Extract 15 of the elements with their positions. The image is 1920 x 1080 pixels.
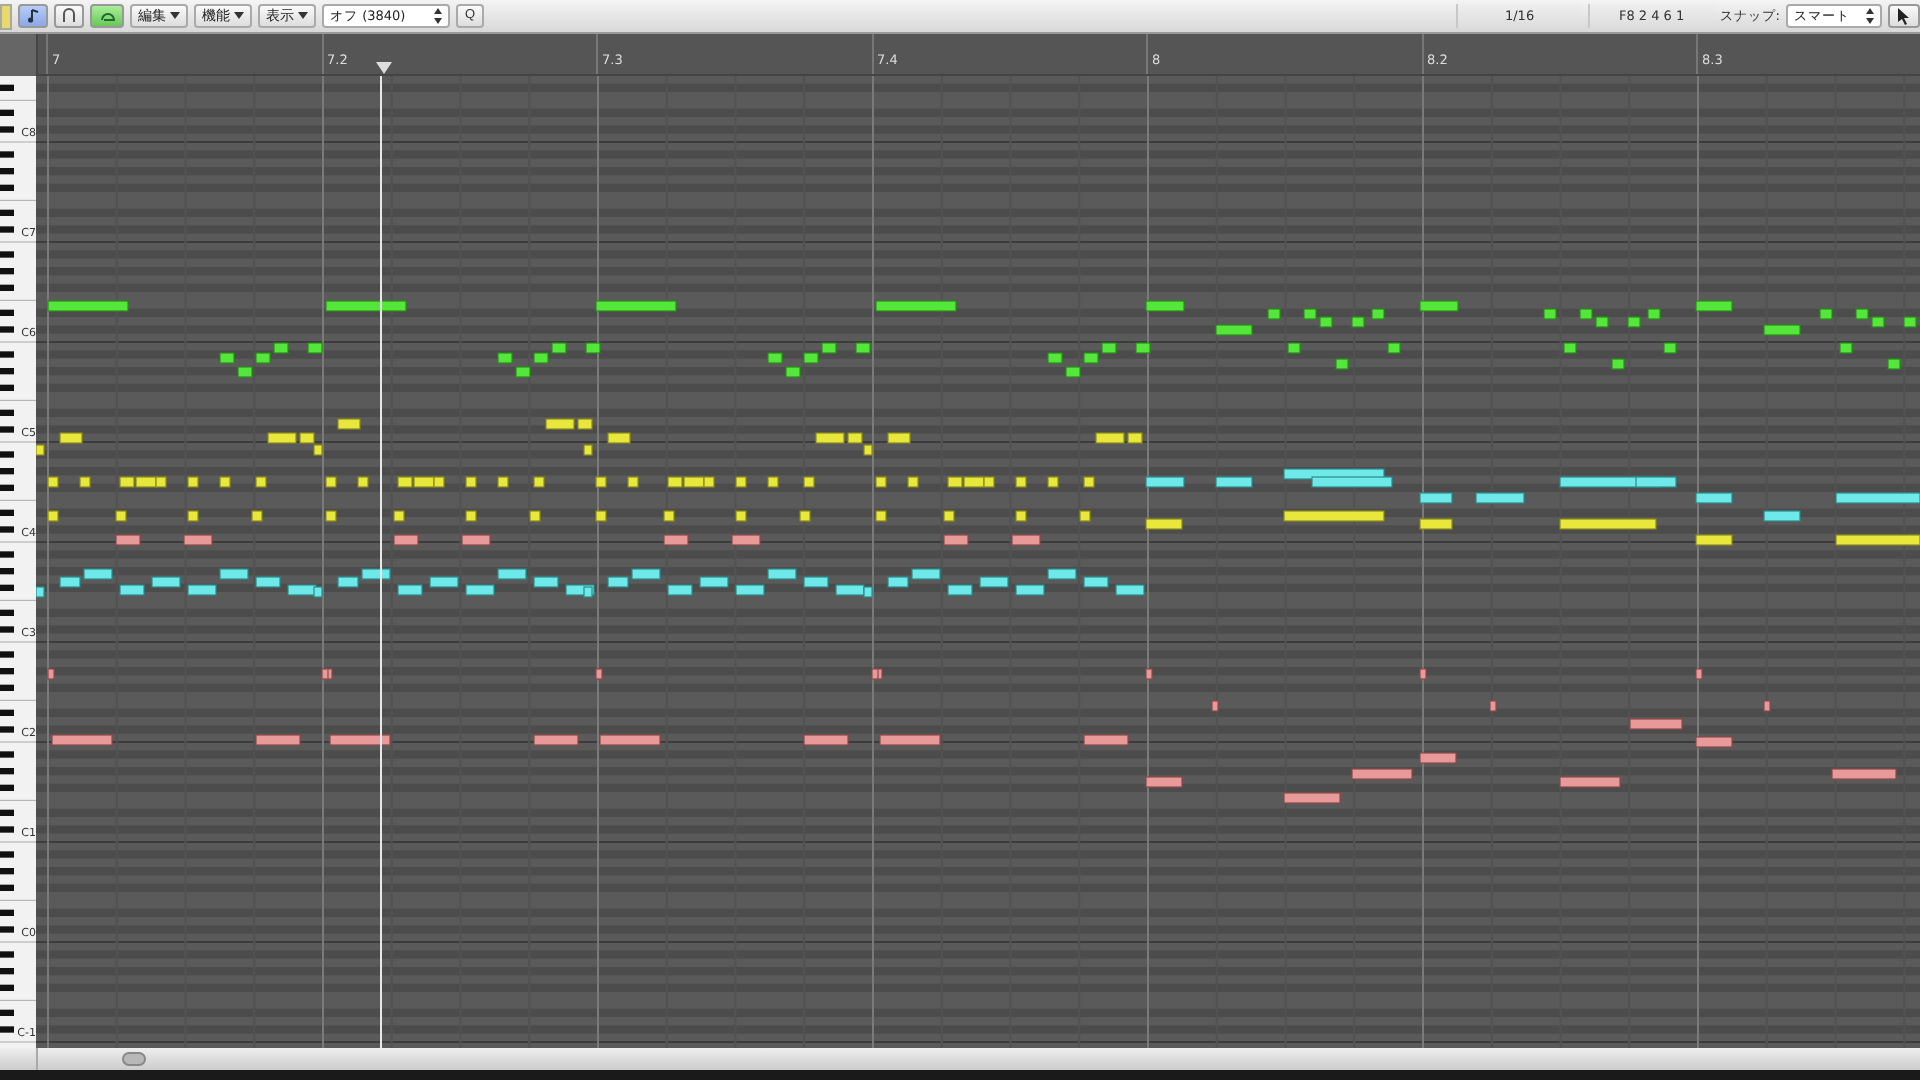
loop-icon [97, 8, 117, 24]
stepper-arrows-icon [1866, 8, 1874, 24]
pointer-tool-button[interactable] [1888, 4, 1920, 28]
midi-out-button[interactable] [90, 4, 124, 28]
pointer-icon [1896, 7, 1912, 25]
caret-icon [234, 12, 244, 20]
note-icon [25, 8, 41, 24]
scroll-thumb[interactable] [122, 1052, 146, 1066]
link-button[interactable] [54, 4, 84, 28]
link-icon [60, 8, 78, 24]
caret-icon [170, 12, 180, 20]
note-grid-drawing[interactable] [36, 76, 1920, 1048]
stepper-arrows-icon [434, 8, 442, 24]
caret-icon [298, 12, 308, 20]
catch-button[interactable] [18, 4, 48, 28]
